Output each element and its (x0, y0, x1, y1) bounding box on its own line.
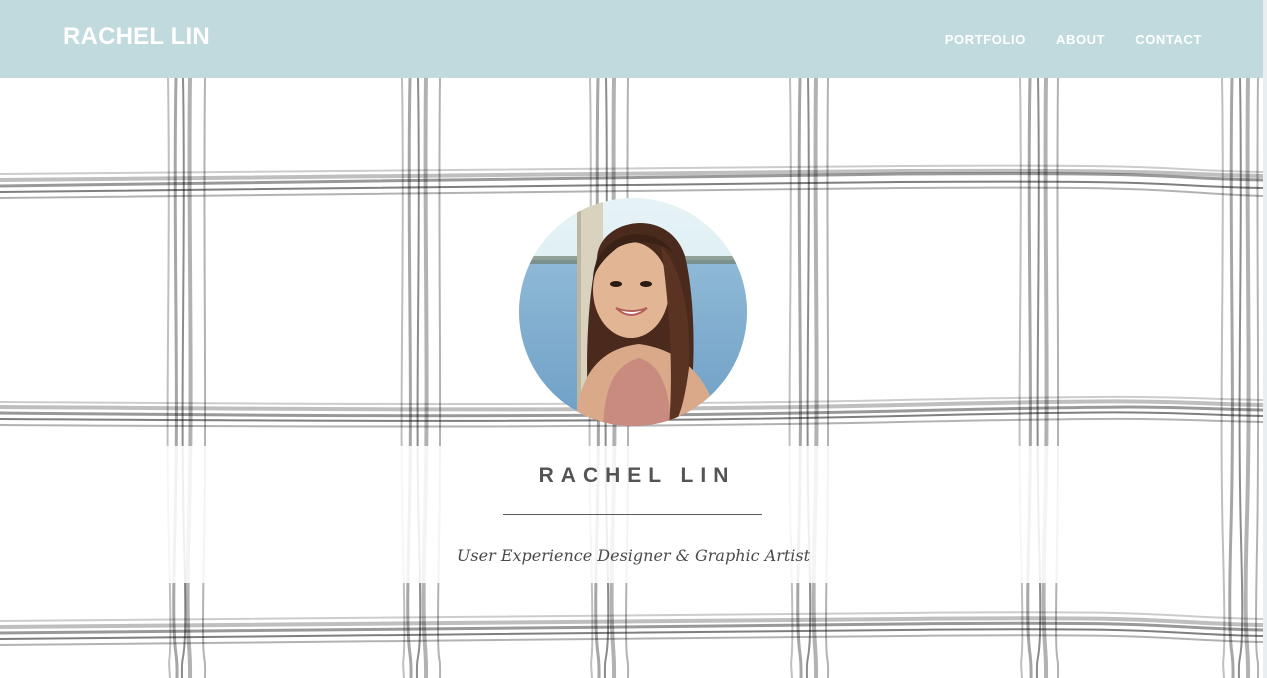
page: RACHEL LIN PORTFOLIO ABOUT CONTACT RACHE… (0, 0, 1267, 678)
grid-vertical-line (788, 78, 830, 678)
main-nav: PORTFOLIO ABOUT CONTACT (945, 32, 1202, 47)
hero-divider (503, 514, 762, 515)
hero-tagline: User Experience Designer & Graphic Artis… (456, 546, 811, 565)
grid-vertical-line (166, 78, 207, 678)
nav-link-portfolio[interactable]: PORTFOLIO (945, 32, 1026, 47)
grid-vertical-line (1018, 78, 1060, 678)
hero-name: RACHEL LIN (538, 464, 736, 487)
grid-vertical-line (400, 78, 442, 678)
grid-vertical-line (1220, 78, 1260, 678)
nav-link-about[interactable]: ABOUT (1056, 32, 1105, 47)
site-header: RACHEL LIN PORTFOLIO ABOUT CONTACT (0, 0, 1263, 78)
brand-logo-link[interactable]: RACHEL LIN (63, 23, 210, 51)
window-edge (1263, 0, 1267, 678)
nav-link-contact[interactable]: CONTACT (1135, 32, 1202, 47)
profile-photo (519, 198, 747, 426)
